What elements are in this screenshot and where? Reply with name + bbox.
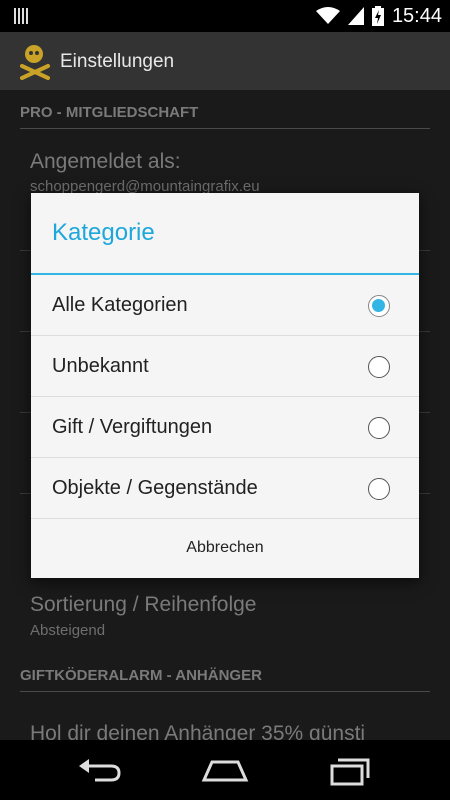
radio-checked-icon[interactable] — [368, 295, 390, 317]
option-poison[interactable]: Gift / Vergiftungen — [31, 397, 419, 458]
status-bar: 15:44 — [0, 0, 450, 32]
category-divider — [20, 691, 430, 692]
wifi-icon — [315, 7, 340, 24]
category-header-alarm: GIFTKÖDERALARM - ANHÄNGER — [20, 667, 262, 684]
back-icon[interactable] — [75, 752, 125, 788]
battery-charging-icon — [371, 6, 384, 26]
pref-pendant-title[interactable]: Hol dir deinen Anhänger 35% günsti — [30, 722, 365, 740]
pref-sort-title[interactable]: Sortierung / Reihenfolge — [30, 593, 256, 617]
clock: 15:44 — [391, 4, 442, 27]
page-title: Einstellungen — [60, 51, 175, 72]
option-label: Gift / Vergiftungen — [52, 416, 213, 438]
option-all-categories[interactable]: Alle Kategorien — [31, 275, 419, 336]
sim-icon — [14, 8, 30, 24]
category-dialog: Kategorie Alle Kategorien Unbekannt Gift… — [31, 193, 419, 578]
radio-unchecked-icon[interactable] — [368, 417, 390, 439]
option-label: Alle Kategorien — [52, 294, 188, 316]
pref-sort-summary: Absteigend — [30, 622, 106, 639]
home-icon[interactable] — [200, 752, 250, 788]
option-label: Unbekannt — [52, 355, 149, 377]
option-unknown[interactable]: Unbekannt — [31, 336, 419, 397]
pref-logged-in-title[interactable]: Angemeldet als: — [30, 150, 181, 174]
signal-icon — [347, 7, 364, 25]
app-logo-icon[interactable] — [18, 42, 52, 80]
radio-unchecked-icon[interactable] — [368, 478, 390, 500]
category-header-membership: PRO - MITGLIEDSCHAFT — [20, 104, 199, 121]
radio-unchecked-icon[interactable] — [368, 356, 390, 378]
recent-apps-icon[interactable] — [326, 752, 376, 788]
cancel-button[interactable]: Abbrechen — [31, 518, 419, 578]
dialog-title: Kategorie — [52, 219, 155, 246]
action-bar: Einstellungen — [0, 32, 450, 90]
option-label: Objekte / Gegenstände — [52, 477, 258, 499]
navigation-bar — [0, 740, 450, 800]
category-divider — [20, 128, 430, 129]
option-objects[interactable]: Objekte / Gegenstände — [31, 458, 419, 519]
